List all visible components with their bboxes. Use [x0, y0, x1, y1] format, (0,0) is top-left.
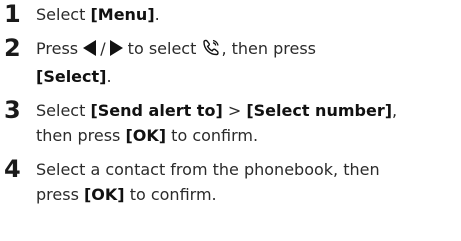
- menu-key-label: [Menu]: [90, 5, 155, 24]
- step-text: Press: [36, 39, 84, 58]
- step-text: .: [154, 5, 160, 24]
- step-number: 2: [4, 34, 21, 62]
- step-text: , then press: [221, 39, 317, 58]
- step-text: then press: [36, 126, 126, 145]
- step-text: to confirm.: [166, 126, 259, 145]
- select-number-label: [Select number]: [246, 101, 393, 120]
- send-alert-to-label: [Send alert to]: [90, 101, 223, 120]
- step-number: 1: [4, 0, 21, 28]
- left-arrow-icon: [83, 40, 97, 56]
- step-text: Select: [36, 5, 91, 24]
- step-text: Select a contact from the phonebook, the…: [36, 160, 380, 179]
- step-text: .: [106, 67, 112, 86]
- sos-alert-icon: [201, 39, 221, 64]
- step-2: 2 Press / to select , then press [Select]…: [4, 34, 459, 89]
- step-1: 1 Select [Menu].: [4, 0, 459, 28]
- step-text: to confirm.: [124, 185, 217, 204]
- right-arrow-icon: [109, 40, 123, 56]
- ok-key-label: [OK]: [125, 126, 167, 145]
- step-text: ,: [392, 101, 398, 120]
- step-text: /: [100, 39, 106, 58]
- step-text: >: [222, 101, 247, 120]
- ok-key-label: [OK]: [83, 185, 125, 204]
- select-key-label: [Select]: [36, 67, 107, 86]
- step-number: 3: [4, 96, 21, 124]
- step-text: Select: [36, 101, 91, 120]
- step-4: 4 Select a contact from the phonebook, t…: [4, 155, 459, 207]
- step-text: press: [36, 185, 84, 204]
- instruction-steps: 1 Select [Menu]. 2 Press / to select , t…: [4, 0, 459, 216]
- step-3: 3 Select [Send alert to] > [Select numbe…: [4, 96, 459, 148]
- step-number: 4: [4, 155, 21, 183]
- step-text: to select: [122, 39, 202, 58]
